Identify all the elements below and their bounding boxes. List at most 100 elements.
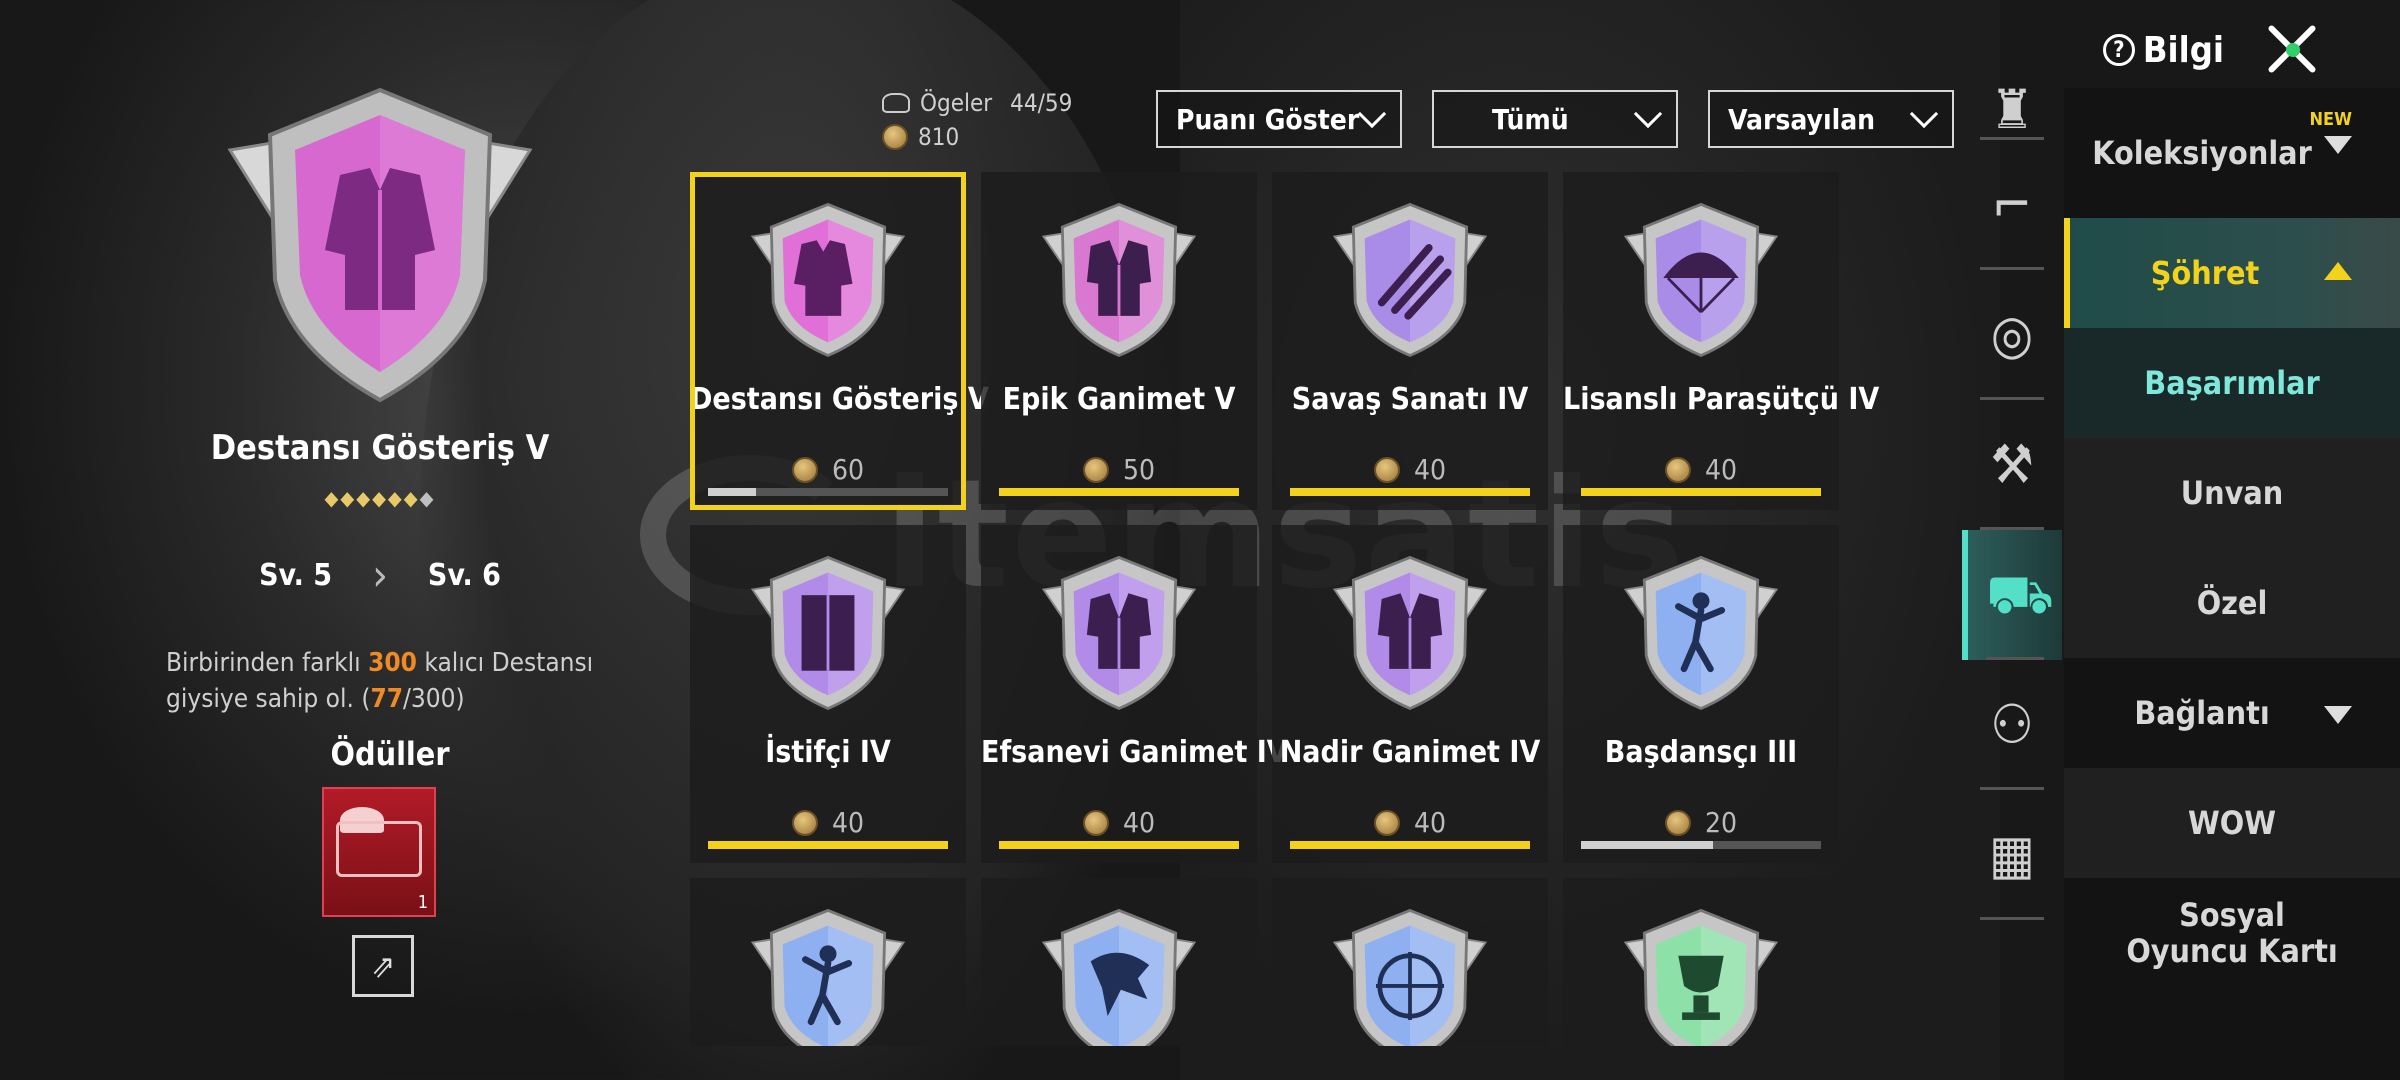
achievement-card[interactable] <box>690 878 966 1046</box>
card-title: Nadir Ganimet IV <box>1279 735 1541 770</box>
category-icon-bar: ♜ ⌐ ◎ ⚒ ⛟ ⚇ ▦ <box>1962 80 2062 1080</box>
desc-text: giysiye sahip ol. ( <box>166 684 371 714</box>
achievement-card[interactable]: Lisanslı Paraşütçü IV 40 <box>1563 172 1879 510</box>
category-tab[interactable]: ⌐ <box>1962 140 2062 270</box>
notification-dot <box>2286 43 2300 57</box>
category-tab[interactable]: ♜ <box>1962 80 2062 140</box>
crosshair-icon <box>1325 900 1495 1046</box>
dropdown-label: Puanı Göster <box>1176 102 1360 136</box>
progress-bar <box>708 488 948 496</box>
card-points: 40 <box>981 806 1257 839</box>
robe-icon <box>1325 547 1495 717</box>
star-filled-icon: ◆ <box>340 486 357 510</box>
nav-label: Bağlantı <box>2134 694 2270 732</box>
points-value: 20 <box>1704 806 1738 839</box>
coin-icon <box>1082 809 1109 836</box>
card-title: Başdansçı III <box>1604 735 1798 770</box>
caret-up-icon <box>2324 262 2352 280</box>
items-value: 44/59 <box>1010 89 1073 117</box>
nav-item[interactable]: Sosyal Oyuncu Kartı <box>2064 878 2400 988</box>
progress-bar <box>999 841 1239 849</box>
card-points: 20 <box>1563 806 1839 839</box>
progress-fill <box>1581 488 1821 496</box>
progress-bar <box>999 488 1239 496</box>
share-button[interactable]: ⇗ <box>352 935 414 997</box>
top-bar: ? Bilgi <box>2102 22 2320 78</box>
filter-bar: Puanı Göster Tümü Varsayılan <box>1156 90 1954 148</box>
achievement-card[interactable]: Savaş Sanatı IV 40 <box>1272 172 1548 510</box>
nav-item[interactable]: Bağlantı <box>2064 658 2400 768</box>
vehicle-icon: ⛟ <box>1986 563 2054 626</box>
info-button[interactable]: ? Bilgi <box>2102 29 2224 71</box>
nav-item[interactable]: Özel <box>2064 548 2400 658</box>
level-from: Sv. 5 <box>259 558 333 593</box>
achievement-card[interactable] <box>981 878 1257 1046</box>
points-value: 40 <box>1413 806 1447 839</box>
card-title: Destansı Gösteriş V <box>690 382 989 417</box>
dropdown-label: Varsayılan <box>1728 102 1876 136</box>
dancer-icon <box>1616 547 1786 717</box>
coin-icon <box>1082 456 1109 483</box>
progress-fill <box>999 488 1239 496</box>
progress-fill <box>1581 841 1713 849</box>
friends-icon: ⚇ <box>1990 693 2034 756</box>
achievement-card[interactable]: Başdansçı III 20 <box>1563 525 1839 863</box>
reward-count: 1 <box>417 892 428 913</box>
crown-icon: ♜ <box>1990 78 2034 141</box>
chevron-down-icon <box>1633 99 1663 129</box>
question-icon: ? <box>2102 34 2135 66</box>
progress-fill <box>1290 841 1530 849</box>
category-tab[interactable]: ◎ <box>1962 270 2062 400</box>
star-filled-icon: ◆ <box>372 486 388 510</box>
progress-bar <box>1581 841 1821 849</box>
reward-item[interactable]: 1 <box>322 787 436 917</box>
achievement-card[interactable]: Destansı Gösteriş V 60 <box>690 172 989 510</box>
achievement-card[interactable]: Efsanevi Ganimet IV 40 <box>981 525 1288 863</box>
points-value: 810 <box>918 123 960 151</box>
achievement-card[interactable] <box>1563 878 1839 1046</box>
achievement-card[interactable]: Nadir Ganimet IV 40 <box>1272 525 1548 863</box>
card-points: 60 <box>690 453 966 486</box>
nav-item[interactable]: Şöhret <box>2064 218 2400 328</box>
achievement-card[interactable] <box>1272 878 1548 1046</box>
points-value: 40 <box>1413 453 1447 486</box>
side-nav: Koleksiyonlar NEW Şöhret Başarımlar Unvan Öze… <box>2064 88 2400 1080</box>
medal-icon: ◎ <box>1990 303 2034 366</box>
star-filled-icon: ◆ <box>356 486 373 510</box>
category-dropdown[interactable]: Tümü <box>1432 90 1678 148</box>
progress-bar <box>1290 841 1530 849</box>
star-filled-icon: ◆ <box>387 486 404 510</box>
sort-dropdown[interactable]: Varsayılan <box>1708 90 1954 148</box>
dancer-icon <box>743 900 913 1046</box>
coin-icon <box>791 809 818 836</box>
achievement-card[interactable]: Epik Ganimet V 50 <box>981 172 1257 510</box>
caret-down-icon <box>2324 706 2352 724</box>
points-value: 40 <box>831 806 865 839</box>
nav-item[interactable]: Başarımlar <box>2064 328 2400 438</box>
achievement-detail: Destansı Gösteriş V ◆◆◆◆◆◆◆ Sv. 5 › Sv. … <box>150 80 610 997</box>
card-points: 40 <box>1563 453 1839 486</box>
category-tab[interactable]: ▦ <box>1962 790 2062 920</box>
detail-title: Destansı Gösteriş V <box>210 428 550 468</box>
category-tab[interactable]: ⚇ <box>1962 660 2062 790</box>
nav-item[interactable]: WOW <box>2064 768 2400 878</box>
info-label: Bilgi <box>2142 29 2224 71</box>
trophy-icon <box>1616 900 1786 1046</box>
category-tab[interactable]: ⚒ <box>1962 400 2062 530</box>
card-points: 40 <box>1272 806 1548 839</box>
chevron-down-icon <box>1909 99 1939 129</box>
rewards-title: Ödüller <box>330 735 450 773</box>
desc-text: kalıcı Destansı <box>416 648 594 678</box>
close-button[interactable] <box>2264 22 2320 78</box>
collection-stats: Ögeler 44/59 810 <box>882 86 1072 154</box>
robe-icon <box>1034 547 1204 717</box>
star-filled-icon: ◆ <box>324 486 341 510</box>
coin-icon <box>1373 456 1400 483</box>
level-to: Sv. 6 <box>427 558 501 593</box>
category-tab[interactable]: ⛟ <box>1962 530 2062 660</box>
achievement-card[interactable]: İstifçi IV 40 <box>690 525 966 863</box>
nav-item[interactable]: Unvan <box>2064 438 2400 548</box>
nav-item[interactable]: Koleksiyonlar NEW <box>2064 88 2400 218</box>
desc-number: 300 <box>368 648 417 678</box>
show-points-dropdown[interactable]: Puanı Göster <box>1156 90 1402 148</box>
